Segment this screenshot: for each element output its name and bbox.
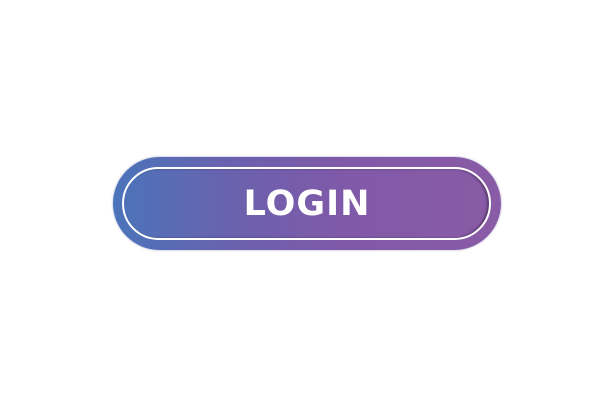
login-button-label: LOGIN	[243, 183, 371, 224]
login-button[interactable]: LOGIN	[113, 157, 501, 250]
